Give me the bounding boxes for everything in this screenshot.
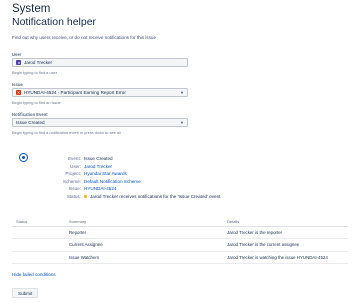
result-scheme-link[interactable]: Default Notification Scheme [84,179,141,184]
result-project-link[interactable]: Hyundai Star Awards [84,171,127,176]
event-label: Notification Event [12,112,48,117]
result-key: User: [70,163,81,169]
result-key: Scheme: [62,178,81,184]
status-dot-icon [84,195,87,199]
result-key: Issue: [68,186,81,192]
event-select[interactable]: Issue Created ▼ [12,118,188,127]
result-key: Project: [65,171,81,177]
issue-label: Issue [12,82,23,87]
result-issue-link[interactable]: HYUNDAI-4524 [84,186,116,191]
chevron-down-icon[interactable]: ▼ [180,90,184,95]
result-key: Event: [67,156,81,162]
result-row-event: Event: Issue Created [52,155,312,163]
avatar-icon [16,60,21,65]
result-row-issue: Issue: HYUNDAI-4524 [52,185,312,193]
submit-button[interactable]: Submit [12,288,39,298]
event-hint: Begin typing to find a notification even… [12,130,121,135]
system-title: System [12,3,51,15]
status-cell [12,226,65,239]
notification-helper-page: System Notification helper Find out why … [0,0,356,303]
details-cell: Jarod Trecker is watching the issue HYUN… [223,251,348,264]
details-cell: Jarod Trecker is the reporter [223,226,348,239]
issue-select-value: HYUNDAI-4524 - Participant Earning Repor… [24,90,126,95]
result-row-user: User: Jarod Trecker [52,163,312,171]
table-header-row: Status Summary Details [12,218,348,227]
table-row: Current Assignee Jarod Trecker is the cu… [12,238,348,252]
issue-hint: Begin typing to find an issue [12,100,61,105]
status-cell [12,238,65,252]
user-hint: Begin typing to find a user [12,70,57,75]
result-row-project: Project: Hyundai Star Awards [52,170,312,178]
result-row-scheme: Scheme: Default Notification Scheme [52,178,312,186]
bug-icon: ✕ [16,89,21,95]
result-key: Status: [66,193,81,199]
status-column-header: Status [12,218,65,227]
result-summary: Event: Issue Created User: Jarod Trecker… [52,155,312,200]
result-value: Issue Created [84,156,113,162]
result-status-text: Jarod Trecker receives notifications for… [90,193,221,199]
summary-cell: Issue Watchers [65,251,223,264]
user-label: User [12,52,22,57]
page-description: Find out why users receive, or do not re… [12,35,157,40]
details-cell: Jarod Trecker is the current assignee [223,238,348,252]
event-select-value: Issue Created [16,120,45,125]
user-field[interactable]: Jarod Trecker [12,58,188,67]
target-icon [19,153,28,162]
table-row: Issue Watchers Jarod Trecker is watching… [12,251,348,264]
result-status: Jarod Trecker receives notifications for… [84,194,220,199]
summary-cell: Current Assignee [65,238,223,252]
summary-column-header: Summary [65,218,223,227]
result-user-link[interactable]: Jarod Trecker [84,164,112,169]
hide-failed-conditions-link[interactable]: Hide failed conditions [12,272,56,277]
issue-select[interactable]: ✕ HYUNDAI-4524 - Participant Earning Rep… [12,88,188,97]
chevron-down-icon[interactable]: ▼ [180,120,184,125]
status-cell [12,251,65,264]
details-column-header: Details [223,218,348,227]
table-row: Reporter Jarod Trecker is the reporter [12,226,348,239]
user-field-value: Jarod Trecker [24,60,53,65]
result-row-status: Status: Jarod Trecker receives notificat… [52,193,312,201]
conditions-table: Status Summary Details Reporter Jarod Tr… [12,218,348,264]
page-title: Notification helper [12,16,97,28]
summary-cell: Reporter [65,226,223,239]
